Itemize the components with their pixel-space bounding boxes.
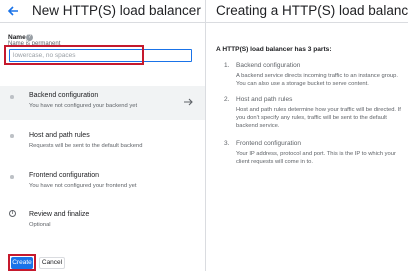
help-title: Creating a HTTP(S) load balancer <box>216 3 408 18</box>
panel-divider <box>205 0 206 271</box>
step-title[interactable]: Frontend configuration <box>29 172 99 179</box>
step-title[interactable]: Review and finalize <box>29 211 89 218</box>
part-description: Your IP address, protocol and port. This… <box>236 151 396 166</box>
header-divider <box>0 22 408 23</box>
part-number: 1. <box>224 62 230 69</box>
part-description: A backend service directs incoming traff… <box>236 73 398 88</box>
part-title: Host and path rules <box>236 96 293 103</box>
step-subtitle: You have not configured your backend yet <box>29 103 138 109</box>
help-panel <box>206 0 408 271</box>
part-title: Frontend configuration <box>236 140 302 147</box>
step-subtitle: You have not configured your frontend ye… <box>29 183 137 189</box>
help-intro: A HTTP(S) load balancer has 3 parts: <box>216 46 332 53</box>
step-subtitle: Optional <box>29 222 51 228</box>
bullet-dot-icon <box>10 175 14 179</box>
part-title: Backend configuration <box>236 62 301 69</box>
name-hint: Name is permanent <box>8 41 61 47</box>
name-input[interactable] <box>9 49 192 62</box>
part-description: Host and path rules determine how your t… <box>236 107 401 130</box>
help-icon[interactable]: ? <box>26 34 33 41</box>
step-title[interactable]: Host and path rules <box>29 132 90 139</box>
step-title: Backend configuration <box>29 92 99 99</box>
create-button[interactable]: Create <box>11 257 33 269</box>
arrow-right-icon[interactable] <box>183 97 193 107</box>
name-label: Name <box>8 34 26 41</box>
page-title: New HTTP(S) load balancer <box>32 3 201 18</box>
part-number: 3. <box>224 140 230 147</box>
back-arrow-icon[interactable] <box>6 4 20 18</box>
cancel-button[interactable]: Cancel <box>39 257 65 269</box>
part-number: 2. <box>224 96 230 103</box>
info-icon: i <box>9 210 16 217</box>
bullet-dot-icon <box>10 134 14 138</box>
bullet-dot-icon <box>10 95 14 99</box>
step-subtitle: Requests will be sent to the default bac… <box>29 143 143 149</box>
